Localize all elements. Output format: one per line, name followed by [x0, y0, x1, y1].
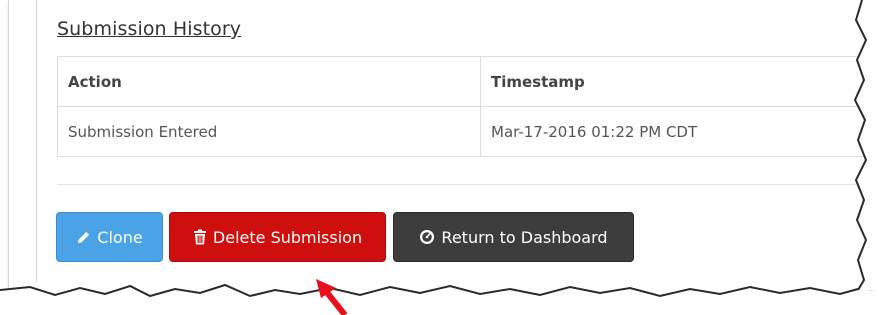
return-to-dashboard-button[interactable]: Return to Dashboard — [393, 212, 634, 262]
return-button-label: Return to Dashboard — [441, 227, 608, 247]
submission-history-table: Action Timestamp Submission Entered Mar-… — [57, 56, 877, 157]
cell-timestamp: Mar-17-2016 01:22 PM CDT — [480, 106, 877, 157]
trash-icon — [193, 229, 207, 245]
table-header-row: Action Timestamp — [57, 56, 877, 107]
cell-action: Submission Entered — [57, 106, 481, 157]
section-title: Submission History — [57, 18, 242, 40]
column-header-action: Action — [57, 56, 481, 107]
column-header-timestamp: Timestamp — [480, 56, 877, 107]
divider — [57, 184, 877, 185]
table-row: Submission Entered Mar-17-2016 01:22 PM … — [57, 106, 877, 157]
delete-submission-button[interactable]: Delete Submission — [169, 212, 386, 262]
dashboard-icon — [419, 229, 435, 245]
clone-button[interactable]: Clone — [56, 212, 163, 262]
delete-button-label: Delete Submission — [212, 227, 363, 247]
clone-button-label: Clone — [97, 227, 143, 247]
panel-left-border — [36, 0, 37, 282]
pencil-icon — [76, 230, 91, 245]
